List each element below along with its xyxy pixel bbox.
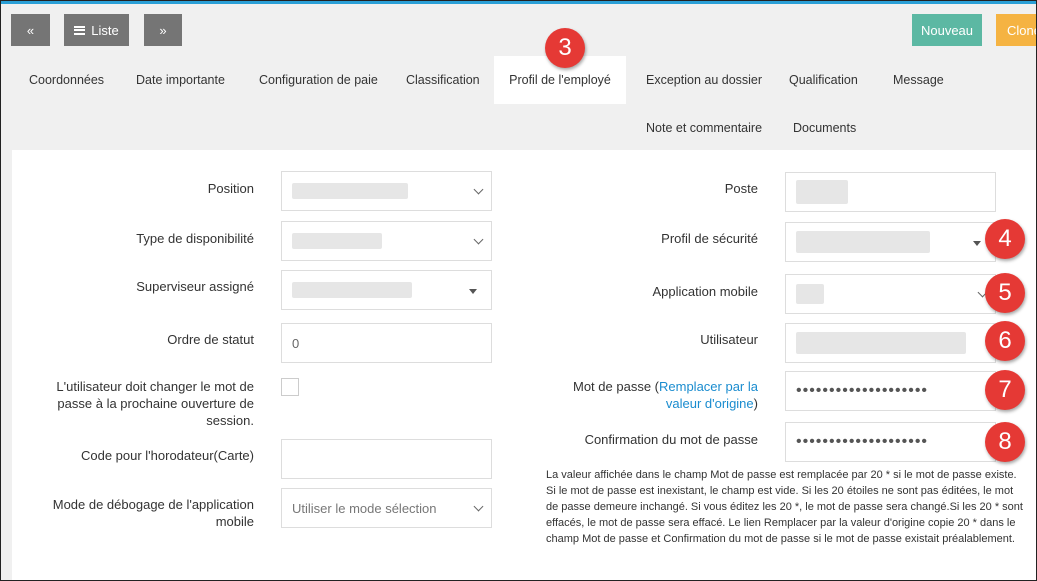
disponibilite-select[interactable] [281,221,492,261]
annotation-badge-7: 7 [985,370,1025,410]
clone-button-label: Clone [1007,22,1037,38]
ordre-statut-value: 0 [292,335,300,351]
password-help-text: La valeur affichée dans le champ Mot de … [546,469,1023,545]
poste-value [796,180,848,204]
poste-label: Poste [724,181,758,196]
list-button[interactable]: Liste [64,14,129,46]
tab-classification[interactable]: Classification [392,56,494,104]
utilisateur-input[interactable] [785,323,996,363]
next-button[interactable]: » [144,14,182,46]
toolbar: « Liste » Nouveau Clone [0,4,1037,56]
tab-configuration-paie[interactable]: Configuration de paie [245,56,392,104]
list-icon [74,25,86,35]
confirm-mdp-label: Confirmation du mot de passe [584,432,758,447]
tab-documents[interactable]: Documents [779,104,870,152]
code-horodateur-input[interactable] [281,439,492,479]
app-mobile-select[interactable] [785,274,996,314]
annotation-badge-6: 6 [985,321,1025,361]
disponibilite-label: Type de disponibilité [136,231,254,246]
double-chevron-left-icon: « [26,22,35,38]
app-mobile-label: Application mobile [652,284,758,299]
mdp-label-text: Mot de passe ( [573,379,659,394]
mdp-label-close: ) [753,396,758,411]
annotation-badge-4: 4 [985,219,1025,259]
utilisateur-label: Utilisateur [700,332,758,347]
poste-input[interactable] [785,172,996,212]
profil-securite-label: Profil de sécurité [661,231,758,246]
new-button-label: Nouveau [920,22,974,38]
profil-securite-select[interactable] [785,222,996,262]
code-horodateur-label: Code pour l'horodateur(Carte) [80,448,254,463]
ordre-statut-input[interactable]: 0 [281,323,492,363]
position-value [292,183,408,199]
superviseur-label: Superviseur assigné [136,279,254,294]
disponibilite-value [292,233,382,249]
debogage-value: Utiliser le mode sélection [292,500,437,516]
annotation-badge-5: 5 [985,273,1025,313]
employee-profile-form: Position Type de disponibilité Supervise… [12,150,1036,580]
confirm-mdp-value: •••••••••••••••••••• [796,433,929,450]
superviseur-select[interactable] [281,270,492,310]
mdp-label: Mot de passe (Remplacer par la valeur d'… [542,378,758,412]
annotation-badge-8: 8 [985,422,1025,462]
utilisateur-value [796,332,966,354]
clone-button[interactable]: Clone [996,14,1037,46]
replace-original-link[interactable]: Remplacer par la valeur d'origine [659,379,758,411]
chevron-down-icon [473,184,484,195]
annotation-badge-3: 3 [545,28,585,68]
tab-message[interactable]: Message [879,56,958,104]
profil-securite-value [796,231,930,253]
chevron-down-icon [473,501,484,512]
position-label: Position [207,181,254,196]
previous-button[interactable]: « [11,14,50,46]
new-button[interactable]: Nouveau [912,14,982,46]
superviseur-value [292,282,412,298]
changer-mdp-checkbox[interactable] [281,378,299,396]
list-button-label: Liste [91,22,119,38]
changer-mdp-label: L'utilisateur doit changer le mot de pas… [56,379,254,428]
tab-date-importante[interactable]: Date importante [122,56,239,104]
position-select[interactable] [281,171,492,211]
ordre-statut-label: Ordre de statut [167,332,254,347]
tab-exception-dossier[interactable]: Exception au dossier [632,56,776,104]
double-chevron-right-icon: » [159,22,167,38]
caret-down-icon [469,289,477,294]
tab-bar: Coordonnées Date importante Configuratio… [0,56,1037,150]
chevron-down-icon [473,234,484,245]
debogage-select[interactable]: Utiliser le mode sélection [281,488,492,528]
tab-note-commentaire[interactable]: Note et commentaire [632,104,776,152]
tab-coordonnees[interactable]: Coordonnées [15,56,118,104]
app-mobile-value [796,284,824,304]
debogage-label: Mode de débogage de l'application mobile [52,497,254,529]
confirm-mdp-input[interactable]: •••••••••••••••••••• [785,422,996,462]
tab-qualification[interactable]: Qualification [775,56,872,104]
mdp-value: •••••••••••••••••••• [796,382,929,399]
caret-down-icon [973,241,981,246]
mdp-input[interactable]: •••••••••••••••••••• [785,371,996,411]
